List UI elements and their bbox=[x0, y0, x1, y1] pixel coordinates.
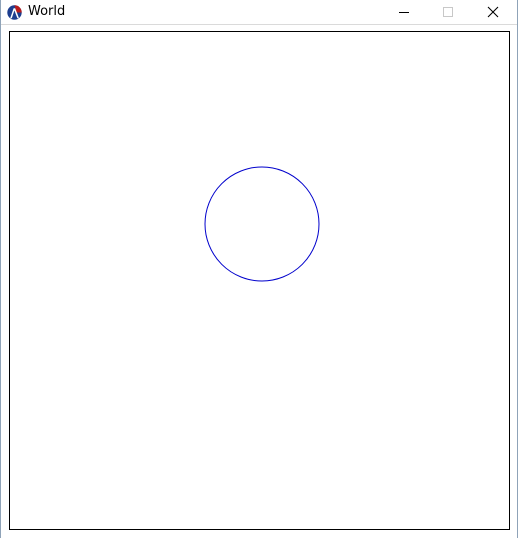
circle-shape bbox=[204, 166, 320, 282]
titlebar-divider bbox=[1, 24, 517, 25]
close-icon bbox=[487, 3, 499, 22]
title-bar[interactable]: World bbox=[1, 0, 517, 24]
maximize-button[interactable] bbox=[425, 0, 471, 24]
window-title: World bbox=[28, 4, 66, 19]
world-window: World bbox=[0, 0, 518, 538]
world-canvas[interactable] bbox=[9, 31, 510, 530]
close-button[interactable] bbox=[470, 0, 516, 24]
racket-logo-icon bbox=[7, 5, 22, 20]
minimize-icon bbox=[398, 3, 410, 22]
canvas-drawing bbox=[204, 166, 320, 282]
maximize-icon bbox=[442, 3, 454, 22]
minimize-button[interactable] bbox=[381, 0, 427, 24]
